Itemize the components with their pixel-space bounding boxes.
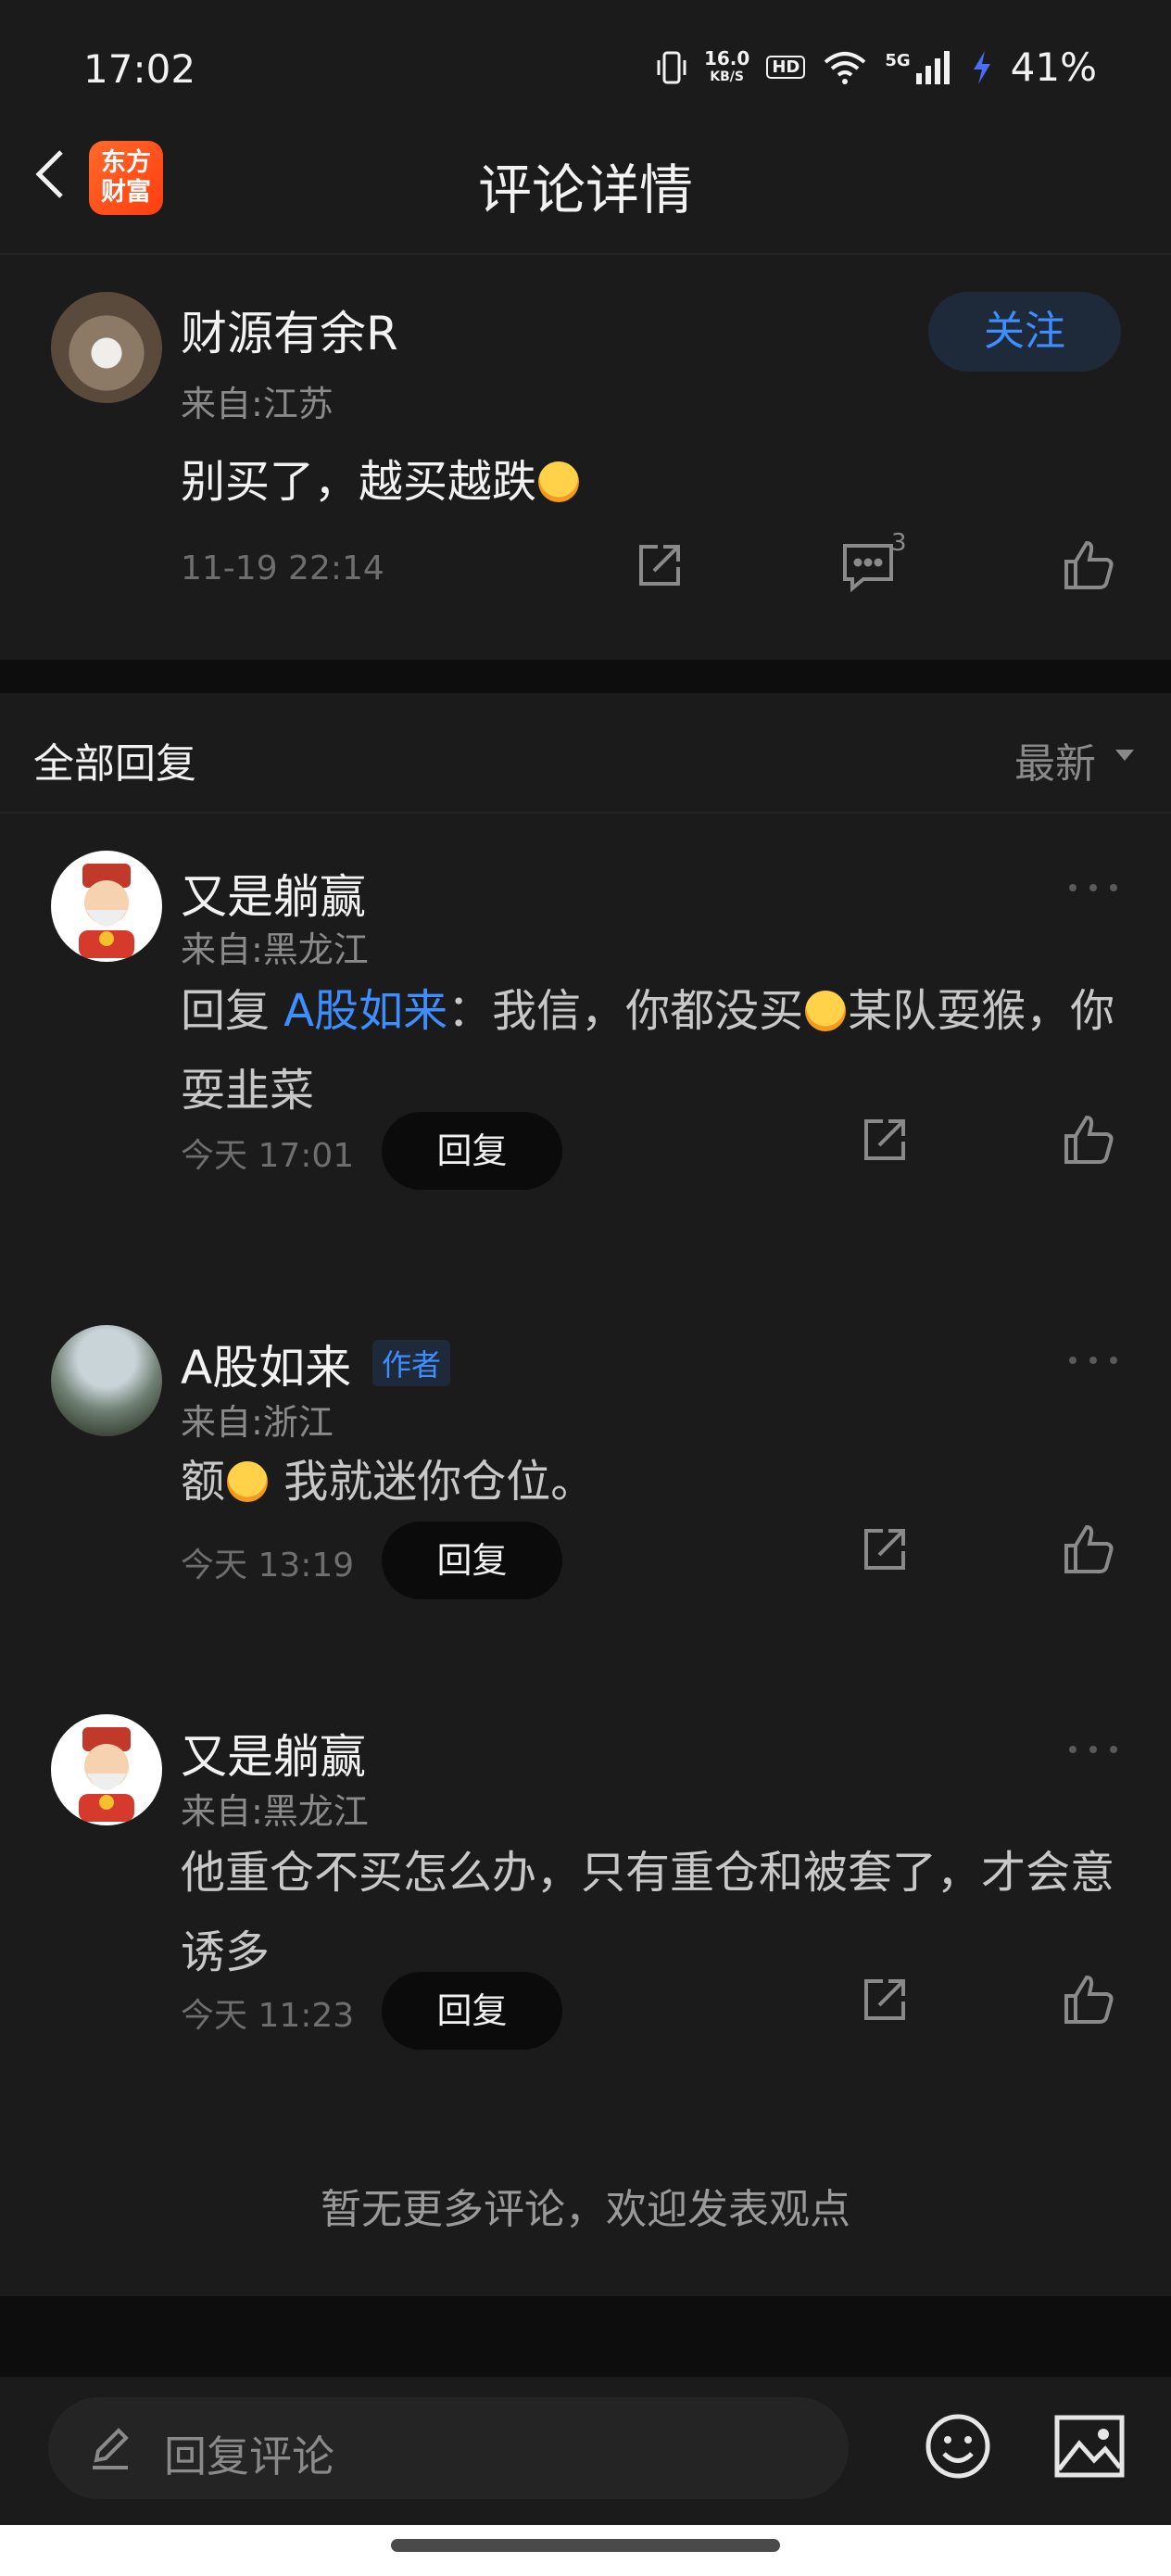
top-nav: 东方 财富 评论详情 <box>0 139 1171 255</box>
reply-item: 又是躺赢 来自:黑龙江 回复 A股如来：我信，你都没买 某队耍猴，你耍韭菜 今天 … <box>0 851 1171 1190</box>
reply-text: 额 我就迷你仓位。 <box>181 1442 1116 1522</box>
post-location: 来自:江苏 <box>181 384 334 424</box>
vibrate-icon <box>657 51 686 83</box>
pencil-icon <box>93 2428 129 2469</box>
reply-location: 来自:浙江 <box>181 1402 334 1443</box>
share-icon[interactable] <box>857 1112 913 1168</box>
post-user-name[interactable]: 财源有余R <box>181 297 398 363</box>
reply-text: 他重仓不买怎么办，只有重仓和被套了，才会意诱多 <box>181 1847 1115 1978</box>
share-icon[interactable] <box>857 1522 913 1577</box>
signal-label: 5G <box>885 51 911 70</box>
reply-text-part1: 额 <box>181 1456 226 1508</box>
reply-user-name[interactable]: A股如来 <box>181 1331 351 1397</box>
status-bar: 17:02 16.0 KB/S HD 5G 41% <box>0 0 1171 139</box>
more-dots-icon[interactable] <box>1065 1351 1121 1370</box>
hd-badge: HD <box>766 56 806 79</box>
reply-button[interactable]: 回复 <box>382 1112 562 1190</box>
reply-input[interactable]: 回复评论 <box>48 2397 849 2499</box>
replies-title: 全部回复 <box>33 740 196 788</box>
fortune-god-avatar-icon <box>79 864 134 958</box>
reply-prefix: 回复 <box>181 985 284 1037</box>
avatar[interactable] <box>51 851 162 962</box>
fortune-god-avatar-icon <box>79 1727 134 1822</box>
reply-button[interactable]: 回复 <box>382 1522 562 1599</box>
thumbs-up-icon[interactable] <box>1061 1522 1116 1577</box>
reply-time: 今天 17:01 <box>181 1137 355 1175</box>
reply-user-name[interactable]: 又是躺赢 <box>181 1720 366 1787</box>
battery-percent: 41% <box>1010 44 1097 90</box>
share-icon[interactable] <box>632 537 687 593</box>
dizzy-emoji-icon <box>227 1461 269 1502</box>
reply-location: 来自:黑龙江 <box>181 1791 369 1832</box>
author-badge: 作者 <box>372 1340 451 1386</box>
share-icon[interactable] <box>857 1972 913 2027</box>
reply-item: 又是躺赢 来自:黑龙江 他重仓不买怎么办，只有重仓和被套了，才会意诱多 今天 1… <box>0 1714 1171 2066</box>
wifi-icon <box>825 51 866 84</box>
avatar[interactable] <box>51 292 162 403</box>
avatar[interactable] <box>51 1325 162 1436</box>
comment-count: 3 <box>891 529 907 557</box>
post-text: 别买了，越买越跌 <box>181 445 581 510</box>
emoji-icon[interactable] <box>924 2412 992 2481</box>
no-more-comments: 暂无更多评论，欢迎发表观点 <box>321 2186 850 2233</box>
thumbs-up-icon[interactable] <box>1061 1972 1116 2027</box>
status-time: 17:02 <box>83 46 196 92</box>
sort-dropdown[interactable]: 最新 <box>1014 730 1096 789</box>
post-text-content: 别买了，越买越跌 <box>181 456 537 508</box>
reply-text-part2: 我就迷你仓位。 <box>270 1456 596 1508</box>
post-timestamp: 11-19 22:14 <box>181 549 384 587</box>
thumbs-up-icon[interactable] <box>1061 537 1116 593</box>
reply-time: 今天 13:19 <box>181 1547 355 1585</box>
reply-time: 今天 11:23 <box>181 1997 355 2035</box>
replies-section: 全部回复 最新 又是躺赢 来自:黑龙江 回复 A股如来：我信，你都没买 某队耍猴，… <box>0 693 1171 2296</box>
laughing-emoji-icon <box>805 991 847 1031</box>
reply-placeholder: 回复评论 <box>164 2431 334 2481</box>
more-dots-icon[interactable] <box>1065 878 1121 897</box>
status-icons: 16.0 KB/S HD 5G 41% <box>656 44 1097 90</box>
main-comment: 财源有余R 来自:江苏 别买了，越买越跌 关注 11-19 22:14 3 <box>0 255 1171 660</box>
laughing-emoji-icon <box>538 461 580 502</box>
mention-link[interactable]: A股如来 <box>283 985 447 1037</box>
bottom-bar: 回复评论 <box>0 2377 1171 2525</box>
net-speed-unit: KB/S <box>710 69 744 84</box>
reply-text: 回复 A股如来：我信，你都没买 某队耍猴，你耍韭菜 <box>181 971 1116 1130</box>
reply-item: A股如来 作者 来自:浙江 额 我就迷你仓位。 今天 13:19 回复 <box>0 1325 1171 1603</box>
charging-icon <box>973 50 990 84</box>
home-indicator[interactable] <box>391 2539 780 2552</box>
signal-icon <box>915 50 950 84</box>
thumbs-up-icon[interactable] <box>1061 1112 1116 1168</box>
net-speed: 16.0 KB/S <box>704 49 749 86</box>
replies-header: 全部回复 最新 <box>0 693 1171 814</box>
avatar[interactable] <box>51 1714 162 1825</box>
net-speed-value: 16.0 <box>703 46 750 69</box>
follow-button[interactable]: 关注 <box>928 292 1121 372</box>
more-dots-icon[interactable] <box>1065 1740 1121 1759</box>
reply-user-name[interactable]: 又是躺赢 <box>181 860 366 927</box>
caret-down-icon[interactable] <box>1114 744 1136 766</box>
page-title: 评论详情 <box>477 158 693 221</box>
reply-button[interactable]: 回复 <box>382 1972 562 2050</box>
reply-text-part1: ：我信，你都没买 <box>447 985 804 1037</box>
reply-location: 来自:黑龙江 <box>181 929 369 970</box>
image-icon[interactable] <box>1053 2412 1126 2481</box>
